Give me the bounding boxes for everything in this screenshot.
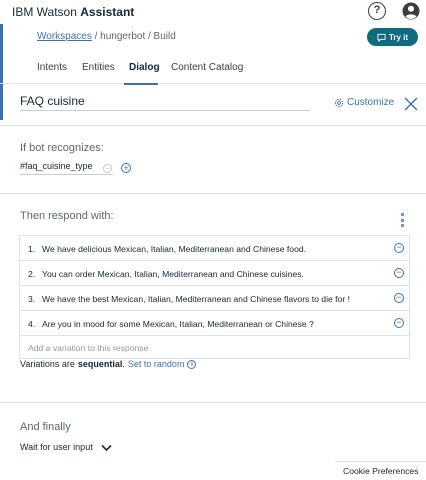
remove-variation-icon[interactable]: − — [394, 268, 404, 278]
remove-variation-icon[interactable]: − — [394, 243, 404, 253]
info-icon[interactable]: i — [187, 359, 197, 369]
customize-link[interactable]: Customize — [334, 97, 394, 108]
variations-mode-value: sequential — [77, 359, 123, 369]
breadcrumb-workspaces-link[interactable]: Workspaces — [37, 31, 92, 42]
breadcrumb-path: / hungerbot / Build — [91, 31, 176, 42]
variation-number: 2. — [28, 269, 36, 279]
node-name-input[interactable]: FAQ cuisine — [20, 94, 310, 111]
variation-text[interactable]: You can order Mexican, Italian, Mediterr… — [42, 269, 304, 279]
add-condition-icon[interactable]: + — [121, 163, 131, 173]
variation-number: 3. — [28, 294, 36, 304]
response-variation[interactable]: 1. We have delicious Mexican, Italian, M… — [19, 235, 410, 260]
variation-text[interactable]: Are you in mood for some Mexican, Italia… — [42, 319, 314, 329]
try-it-button[interactable]: Try it — [367, 28, 418, 46]
gear-icon — [334, 98, 344, 107]
response-variations-list: 1. We have delicious Mexican, Italian, M… — [19, 235, 410, 359]
variations-prefix: Variations are — [20, 359, 75, 369]
variation-text[interactable]: We have delicious Mexican, Italian, Medi… — [42, 244, 306, 254]
response-variation[interactable]: 3. We have the best Mexican, Italian, Me… — [19, 285, 410, 310]
finally-label: And finally — [20, 421, 71, 433]
user-avatar-icon[interactable] — [402, 2, 420, 20]
section-divider — [0, 125, 426, 126]
tab-dialog[interactable]: Dialog — [129, 62, 160, 73]
condition-input[interactable]: #faq_cuisine_type — [20, 161, 113, 175]
tab-intents[interactable]: Intents — [37, 62, 67, 73]
response-label: Then respond with: — [20, 210, 114, 222]
tab-entities[interactable]: Entities — [82, 62, 115, 73]
section-divider — [0, 193, 426, 194]
close-icon[interactable] — [404, 97, 418, 111]
app-brand: IBM Watson Assistant — [12, 5, 134, 19]
condition-label: If bot recognizes: — [20, 142, 104, 154]
variation-number: 4. — [28, 319, 36, 329]
finally-action-select[interactable]: Wait for user input — [20, 442, 93, 452]
help-icon[interactable]: ? — [368, 2, 386, 20]
customize-label: Customize — [347, 97, 395, 108]
cookie-preferences-button[interactable]: Cookie Preferences — [335, 461, 426, 480]
chat-bubble-icon — [377, 33, 386, 42]
remove-variation-icon[interactable]: − — [394, 318, 404, 328]
variation-text[interactable]: We have the best Mexican, Italian, Medit… — [42, 294, 350, 304]
response-variation[interactable]: 4. Are you in mood for some Mexican, Ita… — [19, 310, 410, 335]
active-tab-indicator — [124, 83, 158, 85]
brand-name: Assistant — [80, 5, 135, 19]
brand-prefix: IBM Watson — [12, 5, 77, 19]
remove-condition-icon[interactable]: − — [103, 164, 112, 173]
response-variation[interactable]: 2. You can order Mexican, Italian, Medit… — [19, 260, 410, 285]
chevron-down-icon[interactable] — [101, 444, 112, 452]
try-it-label: Try it — [388, 32, 409, 42]
variations-suffix: . — [122, 359, 125, 369]
add-variation-input[interactable]: Add a variation to this response — [19, 335, 410, 359]
variations-mode: Variations are sequential. Set to random… — [20, 359, 197, 369]
set-to-random-link[interactable]: Set to random — [128, 359, 185, 369]
variation-number: 1. — [28, 244, 36, 254]
tab-content-catalog[interactable]: Content Catalog — [171, 62, 243, 73]
remove-variation-icon[interactable]: − — [394, 293, 404, 303]
add-variation-placeholder: Add a variation to this response — [28, 343, 149, 353]
section-divider — [0, 402, 426, 403]
breadcrumb: Workspaces / hungerbot / Build — [37, 31, 176, 42]
response-options-icon[interactable] — [400, 213, 404, 227]
